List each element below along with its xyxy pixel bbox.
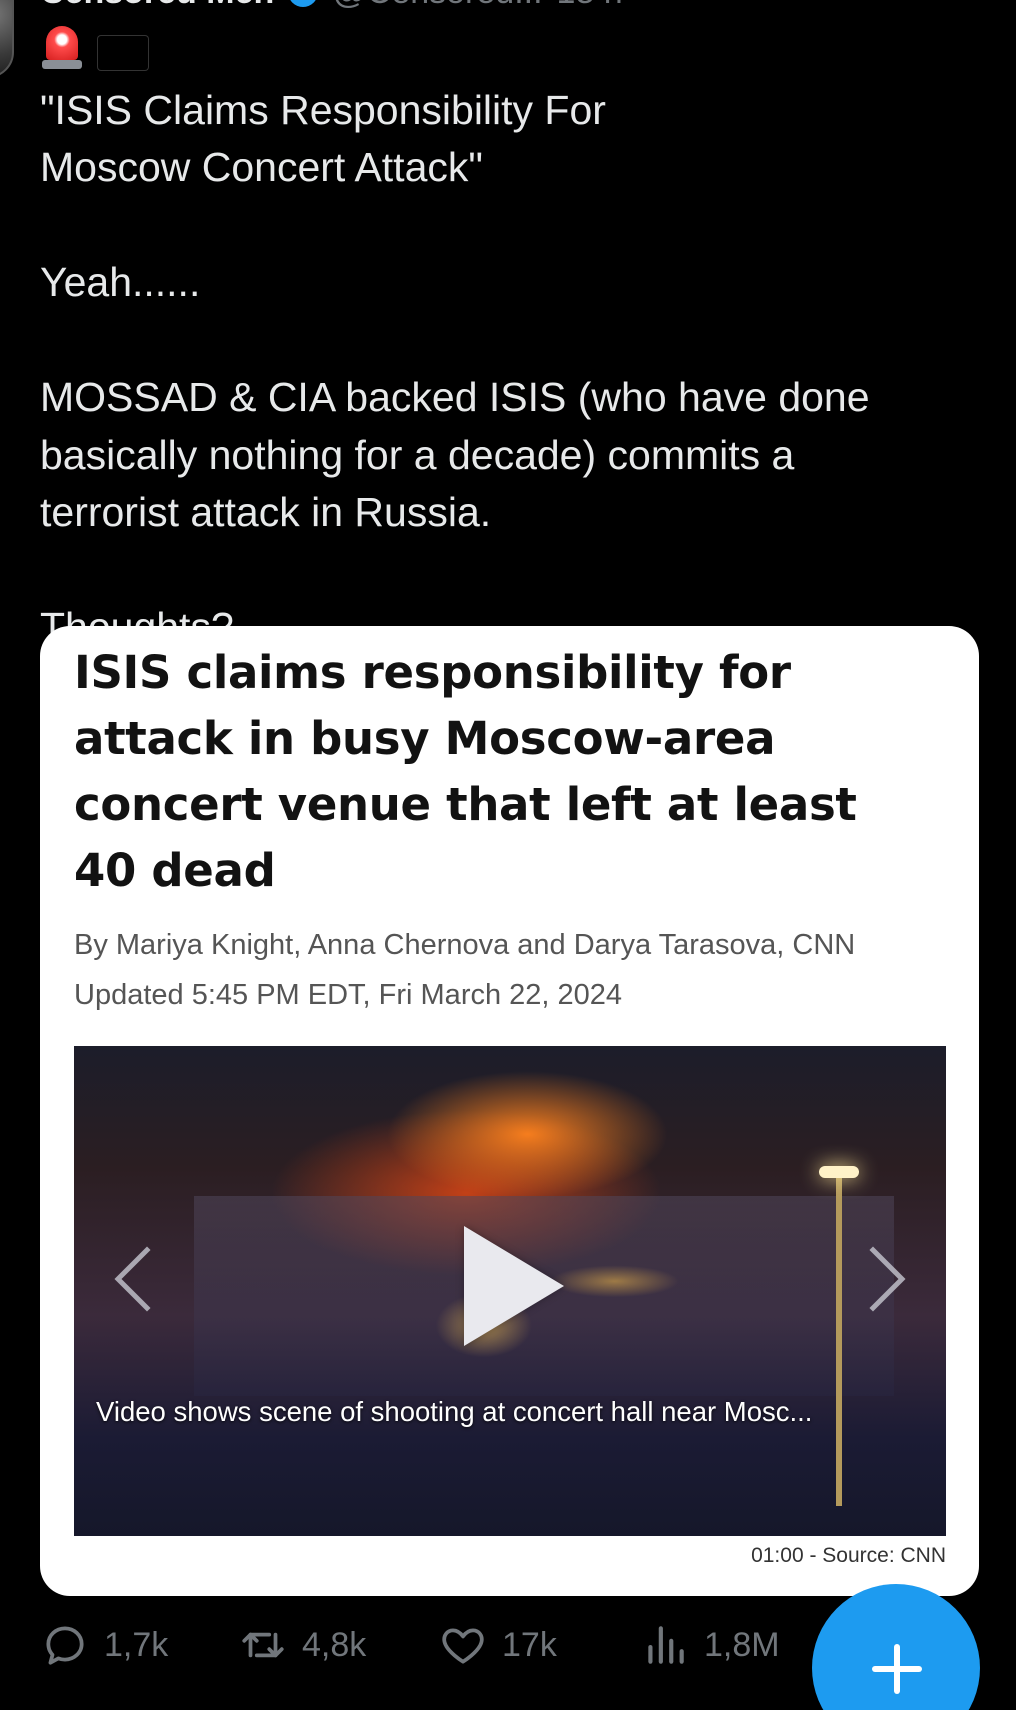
video-frame-lamp	[819, 1166, 859, 1178]
tweet-header: Censored Men @Censored... 18 h	[40, 0, 623, 12]
tweet-timestamp[interactable]: 18 h	[557, 0, 623, 12]
video-caption: Video shows scene of shooting at concert…	[96, 1396, 813, 1427]
article-headline: ISIS claims responsibility for attack in…	[74, 640, 944, 904]
like-button[interactable]: 17k	[438, 1620, 557, 1670]
video-frame-lamp-pole	[836, 1176, 842, 1506]
chevron-left-icon[interactable]	[114, 1246, 180, 1312]
tweet-text-para-3-line-2: basically nothing for a decade) commits …	[40, 431, 795, 478]
article-headline-line: concert venue that left at least	[74, 778, 857, 831]
article-byline-block: By Mariya Knight, Anna Chernova and Dary…	[74, 920, 855, 1020]
heart-icon	[442, 1628, 484, 1664]
tweet-text-para-3-line-3: terrorist attack in Russia.	[40, 489, 492, 535]
avatar[interactable]	[0, 0, 14, 78]
tweet-body: "ISIS Claims Responsibility For Moscow C…	[40, 24, 970, 657]
views-count: 1,8M	[704, 1625, 780, 1664]
tweet-text-para-2: Yeah......	[40, 259, 201, 305]
tweet-line	[40, 24, 970, 82]
russia-flag-icon	[98, 36, 148, 70]
attached-article-image[interactable]: ISIS claims responsibility for attack in…	[40, 626, 979, 1596]
article-byline: By Mariya Knight, Anna Chernova and Dary…	[74, 929, 856, 961]
views-chart-icon	[648, 1626, 684, 1664]
police-car-light-icon	[40, 24, 84, 70]
tweet-text-line-2: Moscow Concert Attack"	[40, 144, 483, 190]
verified-badge-icon	[288, 0, 319, 7]
retweet-button[interactable]: 4,8k	[238, 1620, 366, 1670]
views-button[interactable]: 1,8M	[640, 1620, 780, 1670]
reply-button[interactable]: 1,7k	[40, 1620, 168, 1670]
reply-icon	[46, 1626, 84, 1665]
article-updated: Updated 5:45 PM EDT, Fri March 22, 2024	[74, 979, 623, 1011]
author-handle[interactable]: @Censored...	[332, 0, 542, 12]
article-headline-line: 40 dead	[74, 844, 276, 897]
tweet-text-line-1: "ISIS Claims Responsibility For	[40, 86, 606, 133]
article-headline-line: ISIS claims responsibility for	[74, 646, 791, 699]
retweet-count: 4,8k	[302, 1625, 367, 1664]
compose-tweet-button[interactable]	[812, 1584, 980, 1710]
retweet-icon	[242, 1632, 284, 1658]
article-headline-line: attack in busy Moscow-area	[74, 712, 776, 765]
play-icon[interactable]	[464, 1226, 564, 1346]
video-player[interactable]: Video shows scene of shooting at concert…	[74, 1046, 946, 1536]
tweet-actions-bar: 1,7k 4,8k 17k 1,8M	[40, 1620, 800, 1680]
tweet-text-para-3-line-1: MOSSAD & CIA backed ISIS (who have done	[40, 374, 870, 420]
video-source: 01:00 - Source: CNN	[751, 1544, 946, 1567]
like-count: 17k	[502, 1625, 557, 1664]
author-name[interactable]: Censored Men	[40, 0, 274, 12]
reply-count: 1,7k	[104, 1625, 169, 1664]
